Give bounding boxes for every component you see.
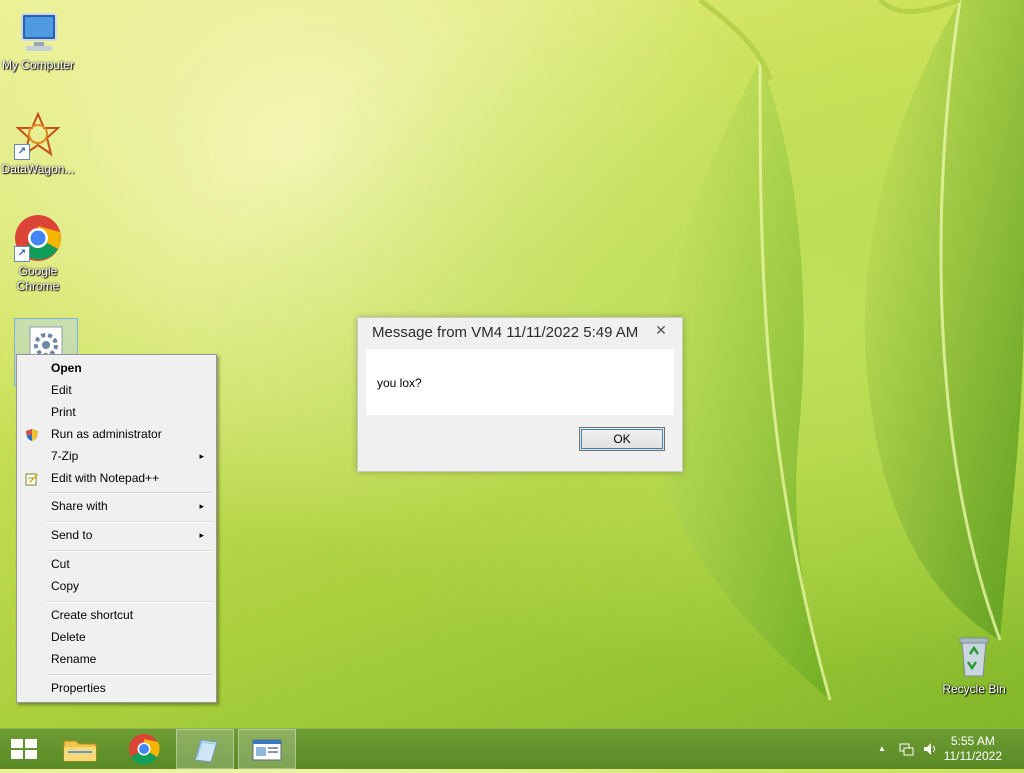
notepad-plus-icon [25,471,39,486]
menu-item-label: Share with [51,499,108,513]
menu-item-copy[interactable]: Copy [19,575,214,597]
menu-item-label: Cut [51,557,70,571]
menu-item-create-shortcut[interactable]: Create shortcut [19,604,214,626]
menu-item-label: Print [51,405,76,419]
datawagon-icon: ↗ [14,111,62,160]
menu-item-properties[interactable]: Properties [19,677,214,699]
close-icon: ✕ [655,322,667,338]
menu-separator [47,674,213,676]
shortcut-arrow-icon: ↗ [14,144,30,160]
chrome-icon: ↗ [14,214,62,262]
dialog-message: you lox? [377,376,422,390]
menu-item-open[interactable]: Open [19,357,214,379]
system-clock[interactable]: 5:55 AM 11/11/2022 [944,734,1002,764]
start-button[interactable] [0,729,48,769]
desktop-icon-my-computer[interactable]: My Computer [0,8,76,73]
menu-item-send-to[interactable]: Send to ▸ [19,524,214,546]
desktop-icon-google-chrome[interactable]: ↗ Google Chrome [0,214,76,294]
menu-item-label: 7-Zip [51,449,79,463]
windows-logo-icon [11,739,37,759]
menu-item-label: Rename [51,652,97,666]
desktop-icon-label: DataWagon... [1,162,75,176]
dialog-body: you lox? [366,349,674,415]
taskbar-app-window[interactable] [176,729,234,769]
clock-time: 5:55 AM [950,734,995,748]
recycle-bin-icon [950,632,998,680]
clock-date: 11/11/2022 [943,749,1002,763]
menu-item-run-as-admin[interactable]: Run as administrator [19,423,214,445]
menu-item-label: Open [51,361,82,375]
volume-icon[interactable] [922,741,938,757]
desktop: My Computer ↗ DataWagon... ↗ Google Chro… [0,0,1024,728]
network-icon[interactable] [898,741,914,757]
message-dialog: Message from VM4 11/11/2022 5:49 AM ✕ yo… [357,317,683,472]
submenu-arrow-icon: ▸ [199,501,204,511]
menu-item-share-with[interactable]: Share with ▸ [19,495,214,517]
menu-separator [47,492,213,494]
folder-icon [63,740,97,762]
uac-shield-icon [25,427,39,441]
taskbar-chrome[interactable] [116,729,172,769]
menu-item-label: Copy [51,579,80,593]
menu-item-label: Properties [51,681,106,695]
notepad-app-icon [194,739,218,763]
menu-item-edit-with-notepad[interactable]: Edit with Notepad++ [19,467,214,489]
menu-item-label: Edit [51,383,72,397]
submenu-arrow-icon: ▸ [199,451,204,461]
desktop-icon-datawagon[interactable]: ↗ DataWagon... [0,111,76,177]
my-computer-icon [14,8,62,56]
desktop-icon-label: Google Chrome [16,264,60,293]
taskbar-file-explorer[interactable] [52,729,108,769]
menu-item-label: Create shortcut [51,608,134,622]
menu-separator [47,521,213,523]
close-button[interactable]: ✕ [648,320,674,340]
ok-button[interactable]: OK [579,427,665,451]
submenu-arrow-icon: ▸ [199,530,204,540]
menu-item-cut[interactable]: Cut [19,553,214,575]
taskbar-message-window[interactable] [238,729,296,769]
menu-item-edit[interactable]: Edit [19,379,214,401]
menu-separator [47,601,213,603]
desktop-icon-label: Recycle Bin [942,682,1006,696]
shortcut-arrow-icon: ↗ [14,246,30,262]
context-menu: Open Edit Print Run as administrator 7-Z… [16,354,217,703]
taskbar: ▲ 5:55 AM 11/11/2022 [0,728,1024,769]
menu-item-delete[interactable]: Delete [19,626,214,648]
menu-item-label: Edit with Notepad++ [51,471,160,485]
tray-expand-button[interactable]: ▲ [874,741,890,757]
chrome-icon [129,734,160,765]
menu-separator [47,550,213,552]
menu-item-print[interactable]: Print [19,401,214,423]
menu-item-7zip[interactable]: 7-Zip ▸ [19,445,214,467]
menu-item-rename[interactable]: Rename [19,648,214,670]
menu-item-label: Send to [51,528,93,542]
menu-item-label: Delete [51,630,86,644]
desktop-icon-recycle-bin[interactable]: Recycle Bin [936,632,1012,697]
dialog-title: Message from VM4 11/11/2022 5:49 AM [372,324,639,341]
window-app-icon [252,739,282,761]
desktop-icon-label: My Computer [1,58,75,72]
menu-item-label: Run as administrator [51,427,162,441]
